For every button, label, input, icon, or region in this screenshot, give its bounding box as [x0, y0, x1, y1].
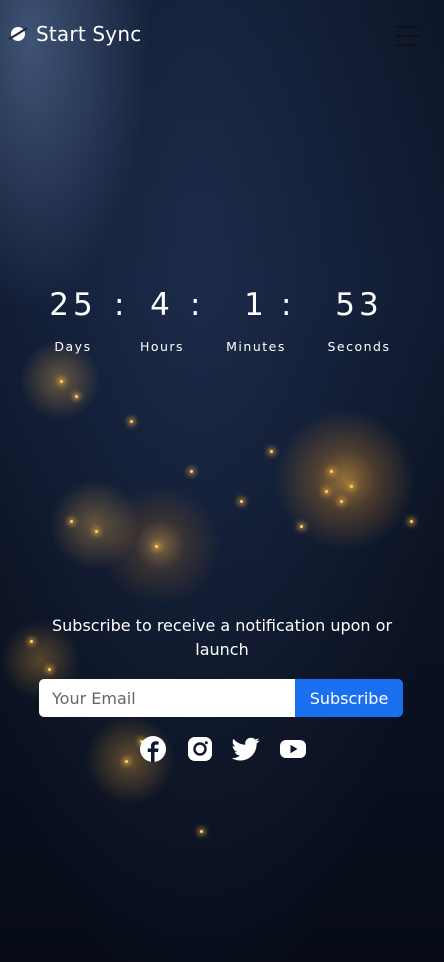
seconds-value: 53 — [335, 287, 383, 323]
hours-label: Hours — [139, 339, 185, 354]
brand-logo-link[interactable]: Start Sync — [8, 22, 141, 46]
social-links — [139, 735, 307, 763]
facebook-link[interactable] — [139, 735, 167, 763]
countdown-separator: : — [281, 287, 292, 323]
seconds-label: Seconds — [327, 339, 391, 354]
top-header: Start Sync — [0, 0, 444, 70]
days-label: Days — [54, 339, 92, 354]
youtube-link[interactable] — [279, 735, 307, 763]
countdown-timer: 25 Days : 4 Hours : 1 Minutes : 53 Secon… — [0, 285, 444, 365]
menu-toggle-button[interactable] — [396, 26, 420, 46]
countdown-days: 25 Days — [33, 285, 113, 354]
subscribe-button[interactable]: Subscribe — [295, 679, 403, 717]
twitter-icon — [232, 737, 260, 761]
countdown-seconds: 53 Seconds — [319, 285, 399, 354]
email-input[interactable] — [39, 679, 295, 717]
instagram-icon — [187, 737, 212, 761]
hamburger-icon — [396, 26, 420, 28]
planet-icon — [8, 27, 28, 41]
city-lights-background — [0, 0, 444, 962]
days-value: 25 — [49, 287, 97, 323]
twitter-link[interactable] — [232, 735, 260, 763]
minutes-label: Minutes — [226, 339, 286, 354]
instagram-link[interactable] — [186, 735, 214, 763]
countdown-separator: : — [190, 287, 201, 323]
subscribe-form: Subscribe — [39, 679, 403, 717]
youtube-icon — [279, 740, 306, 758]
facebook-icon — [140, 736, 166, 762]
subscribe-message: Subscribe to receive a notification upon… — [51, 616, 393, 659]
brand-name: Start Sync — [36, 22, 142, 46]
